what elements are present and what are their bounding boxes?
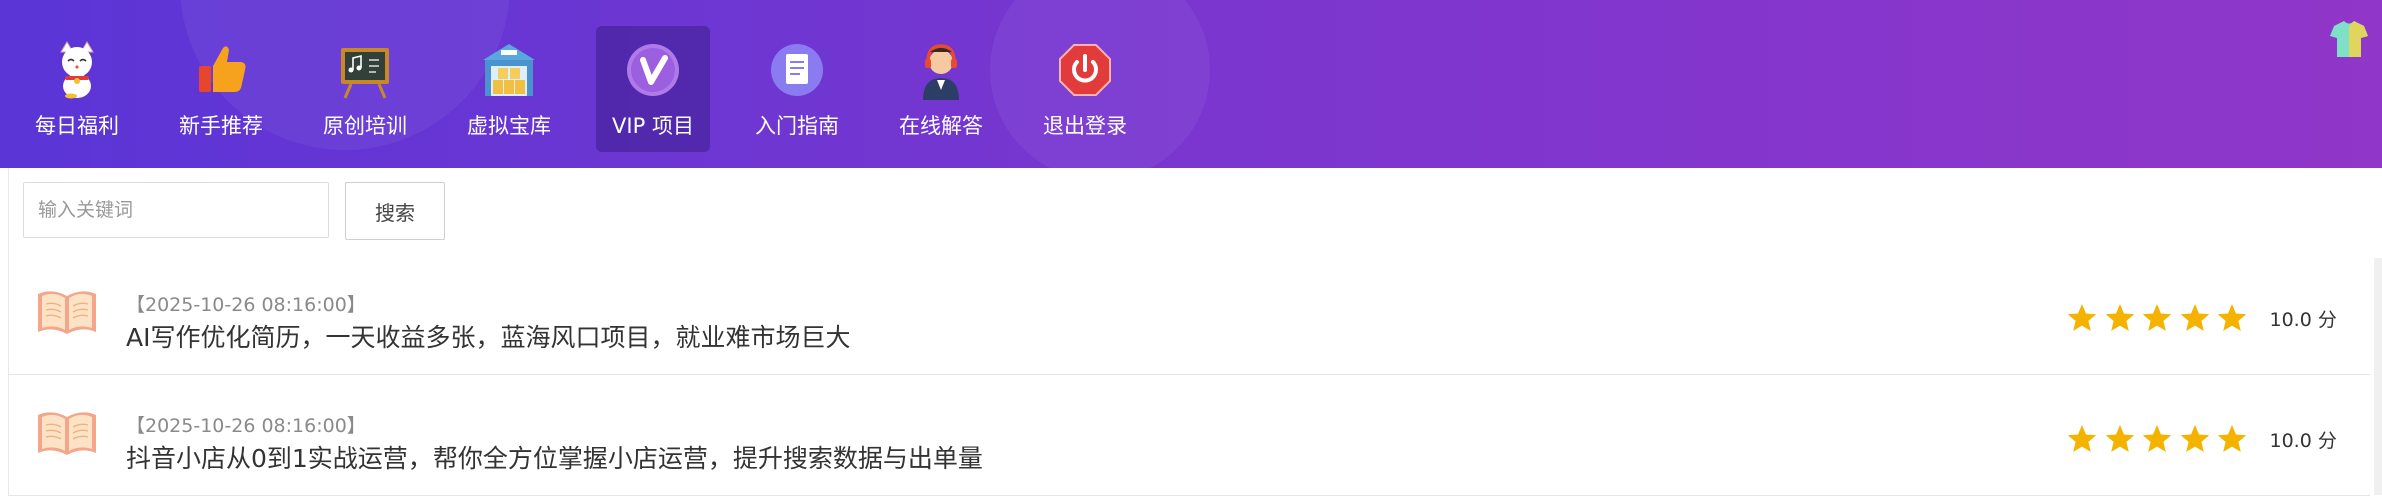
list-item[interactable]: 【2025-10-26 08:16:00】 抖音小店从0到1实战运营，帮你全方位… [8,375,2370,496]
guide-document-icon [771,44,823,96]
nav-item-daily-benefits[interactable]: 每日福利 [20,26,134,152]
project-list: 【2025-10-26 08:16:00】 AI写作优化简历，一天收益多张，蓝海… [8,254,2370,496]
nav-label: 原创培训 [323,114,407,138]
search-input[interactable] [23,182,329,238]
rating: 10.0 分 [2066,302,2337,334]
star-icon [2180,425,2209,452]
nav-label: 虚拟宝库 [467,114,551,138]
item-title[interactable]: AI写作优化简历，一天收益多张，蓝海风口项目，就业难市场巨大 [126,318,850,354]
star-icon [2105,425,2134,452]
nav-item-beginner-picks[interactable]: 新手推荐 [164,26,278,152]
nav-item-logout[interactable]: 退出登录 [1028,26,1142,152]
star-icon [2142,304,2172,331]
open-book-icon [38,291,96,334]
support-agent-icon [923,44,959,100]
search-button[interactable]: 搜索 [345,182,445,240]
star-icon [2217,425,2247,452]
star-icon [2180,304,2209,331]
nav-label: 退出登录 [1043,114,1127,138]
vip-icon [627,44,679,96]
rating: 10.0 分 [2066,423,2337,455]
nav-item-online-answers[interactable]: 在线解答 [884,26,998,152]
top-navigation-bar: 每日福利 新手推荐 原创培训 虚拟宝库 VIP 项目 入门指南 在线解答 退出登… [0,0,2382,168]
warehouse-icon [483,44,535,96]
nav-item-virtual-vault[interactable]: 虚拟宝库 [452,26,566,152]
main-nav: 每日福利 新手推荐 原创培训 虚拟宝库 VIP 项目 入门指南 在线解答 退出登… [20,26,1172,152]
shirt-icon[interactable] [2328,18,2370,60]
open-book-icon [38,412,96,455]
thumbs-up-icon [199,46,246,92]
star-icon [2217,304,2247,331]
power-icon [1059,44,1111,96]
nav-label: 新手推荐 [179,114,263,138]
star-icon [2105,304,2134,331]
item-date: 【2025-10-26 08:16:00】 [126,415,366,437]
item-date: 【2025-10-26 08:16:00】 [126,294,366,316]
list-item[interactable]: 【2025-10-26 08:16:00】 AI写作优化简历，一天收益多张，蓝海… [8,254,2370,375]
rating-score: 10.0 分 [2269,429,2337,452]
nav-item-getting-started[interactable]: 入门指南 [740,26,854,152]
nav-label: 入门指南 [755,114,839,138]
star-icon [2067,425,2097,452]
lucky-cat-icon [60,41,94,99]
chalkboard-icon [341,48,389,99]
nav-label: 在线解答 [899,114,983,138]
item-title[interactable]: 抖音小店从0到1实战运营，帮你全方位掌握小店运营，提升搜索数据与出单量 [126,439,983,475]
nav-item-vip-projects[interactable]: VIP 项目 [596,26,710,152]
rating-score: 10.0 分 [2269,308,2337,331]
star-icon [2142,425,2172,452]
nav-item-original-training[interactable]: 原创培训 [308,26,422,152]
star-icon [2067,304,2097,331]
nav-label: VIP 项目 [612,114,694,138]
scrollbar[interactable] [2374,258,2382,495]
nav-label: 每日福利 [35,114,119,138]
